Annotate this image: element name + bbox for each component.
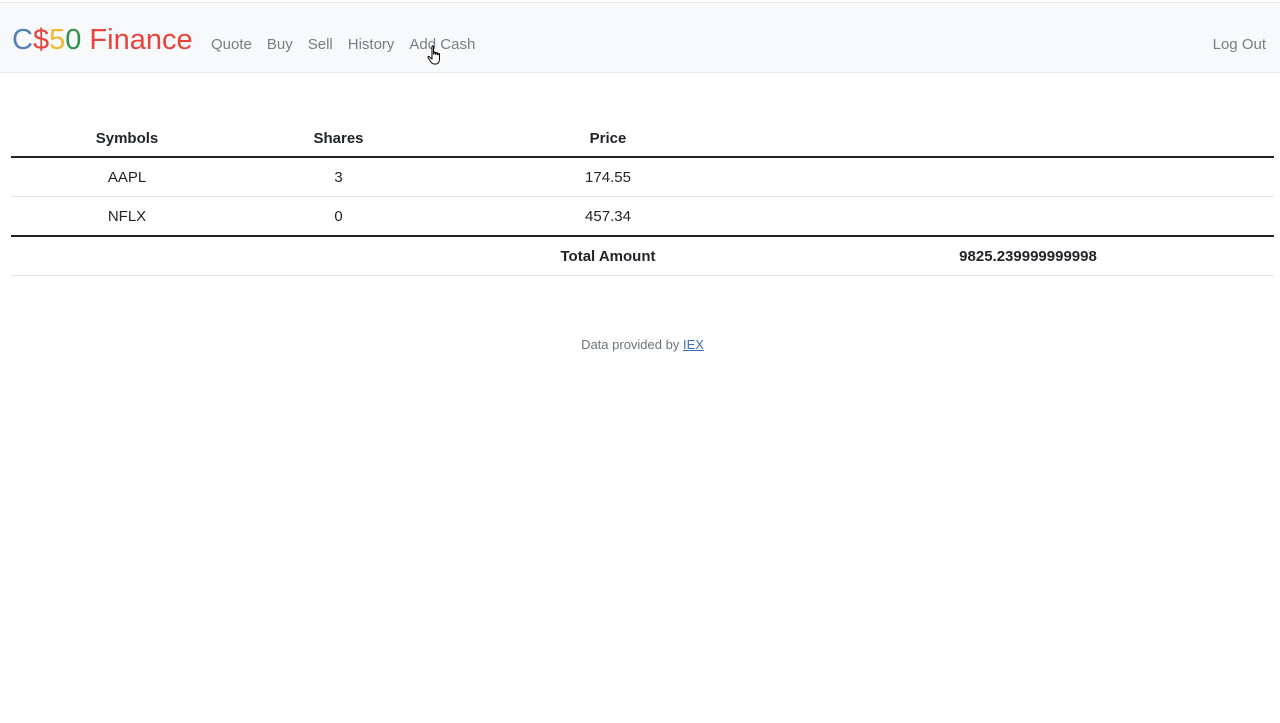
nav-links: Quote Buy Sell History Add Cash <box>211 35 490 55</box>
nav-buy-link[interactable]: Buy <box>267 35 293 55</box>
cell-symbol: NFLX <box>11 196 243 237</box>
cell-price: 174.55 <box>434 157 782 197</box>
cell-shares: 3 <box>243 157 434 197</box>
header-empty <box>782 120 1274 158</box>
table-header-row: Symbols Shares Price <box>11 120 1274 158</box>
navbar: C$50 Finance Quote Buy Sell History Add … <box>0 2 1280 73</box>
header-shares: Shares <box>243 120 434 158</box>
header-symbols: Symbols <box>11 120 243 158</box>
attribution-text: Data provided by <box>581 337 683 352</box>
cell-empty <box>782 157 1274 197</box>
iex-link[interactable]: IEX <box>683 337 704 352</box>
brand-part-5: 5 <box>49 24 66 56</box>
brand-part-finance: Finance <box>81 24 193 56</box>
brand-part-0: 0 <box>65 24 82 56</box>
hand-pointer-icon <box>427 45 440 65</box>
table-row: AAPL 3 174.55 <box>11 157 1274 197</box>
brand-part-c: C <box>12 24 33 56</box>
brand-part-dollar: $ <box>32 24 50 56</box>
cell-shares: 0 <box>243 196 434 237</box>
brand-logo-link[interactable]: C$50 Finance <box>12 21 193 59</box>
nav-quote-link[interactable]: Quote <box>211 35 252 55</box>
cell-empty <box>243 236 434 276</box>
total-label: Total Amount <box>434 236 782 276</box>
cell-empty <box>782 196 1274 237</box>
header-price: Price <box>434 120 782 158</box>
total-row: Total Amount 9825.239999999998 <box>11 236 1274 276</box>
portfolio-table: Symbols Shares Price AAPL 3 174.55 NFLX … <box>11 120 1274 276</box>
logout-link[interactable]: Log Out <box>1213 35 1266 55</box>
cell-empty <box>11 236 243 276</box>
table-row: NFLX 0 457.34 <box>11 196 1274 237</box>
total-value: 9825.239999999998 <box>782 236 1274 276</box>
cell-symbol: AAPL <box>11 157 243 197</box>
nav-sell-link[interactable]: Sell <box>308 35 333 55</box>
nav-history-link[interactable]: History <box>348 35 395 55</box>
data-attribution: Data provided by IEX <box>0 336 1280 354</box>
cell-price: 457.34 <box>434 196 782 237</box>
